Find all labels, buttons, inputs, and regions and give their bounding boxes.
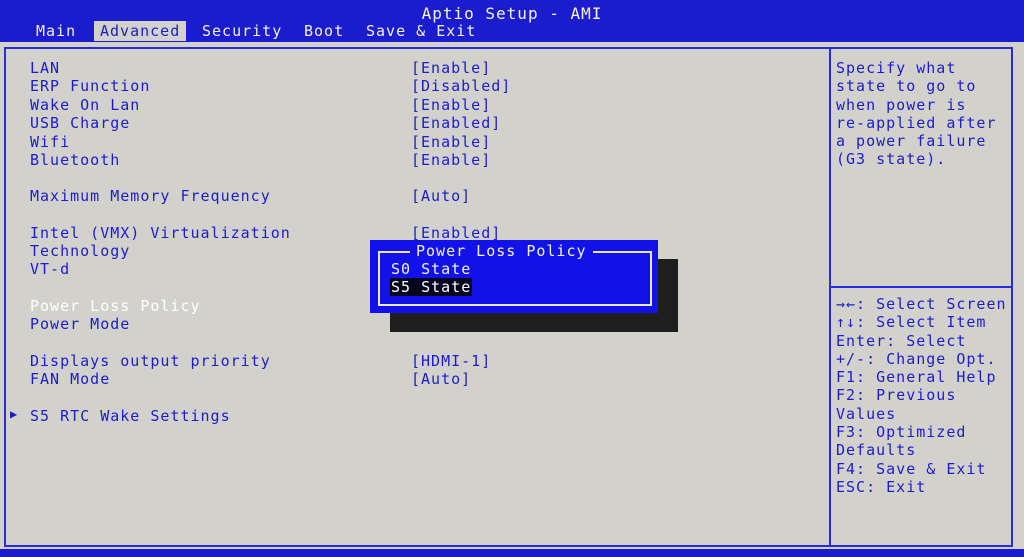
help-description: Specify what state to go to when power i…	[836, 59, 997, 169]
setting-row-wake-on-lan[interactable]: Wake On Lan [Enable]	[0, 96, 820, 114]
setting-row-max-memory-frequency[interactable]: Maximum Memory Frequency [Auto]	[0, 187, 820, 205]
title-bar: Aptio Setup - AMI Main Advanced Security…	[0, 0, 1024, 42]
setting-label: FAN Mode	[30, 370, 111, 388]
key-hint: Defaults	[836, 441, 917, 460]
submenu-arrow-icon: ▶	[10, 407, 19, 421]
setting-row-lan[interactable]: LAN [Enable]	[0, 59, 820, 77]
setting-value[interactable]: [Enable]	[411, 59, 491, 77]
setting-label: VT-d	[30, 260, 71, 278]
setting-label: Intel (VMX) Virtualization	[30, 224, 291, 242]
setting-row-erp-function[interactable]: ERP Function [Disabled]	[0, 77, 820, 95]
key-hint: →←: Select Screen	[836, 295, 1007, 313]
popup-title: Power Loss Policy	[410, 242, 593, 260]
setting-value[interactable]: [Auto]	[411, 187, 471, 205]
key-hint: F4: Save & Exit	[836, 459, 987, 478]
setting-label: ERP Function	[30, 77, 151, 95]
tab-main[interactable]: Main	[30, 21, 82, 41]
setting-label: Technology	[30, 242, 131, 260]
setting-label: Wifi	[30, 133, 71, 151]
key-hint: Enter: Select	[836, 331, 967, 350]
tab-security[interactable]: Security	[196, 21, 288, 41]
bottom-strip	[0, 549, 1024, 557]
key-hint: ↑↓: Select Item	[836, 313, 987, 332]
key-hint: F2: Previous	[836, 386, 957, 405]
popup-option-s5-state[interactable]: S5 State	[390, 278, 473, 296]
tab-save-exit[interactable]: Save & Exit	[360, 21, 482, 41]
key-hint: ESC: Exit	[836, 477, 927, 496]
setting-label: Maximum Memory Frequency	[30, 187, 271, 205]
setting-value[interactable]: [Disabled]	[411, 77, 511, 95]
setting-row-wifi[interactable]: Wifi [Enable]	[0, 133, 820, 151]
setting-label: USB Charge	[30, 114, 131, 132]
key-hint: F3: Optimized	[836, 423, 967, 442]
popup-option-s0-state[interactable]: S0 State	[390, 260, 472, 278]
setting-label: LAN	[30, 59, 61, 77]
setting-label: Wake On Lan	[30, 96, 141, 114]
setting-label: Power Mode	[30, 315, 131, 333]
setting-value[interactable]: [Enable]	[411, 96, 491, 114]
setting-row-s5-rtc-wake-settings[interactable]: ▶ S5 RTC Wake Settings	[0, 407, 820, 425]
key-legend: →←: Select Screen ↑↓: Select Item Enter:…	[836, 295, 1016, 496]
help-divider	[829, 286, 1013, 288]
setting-value[interactable]: [Enabled]	[411, 114, 501, 132]
setting-row-fan-mode[interactable]: FAN Mode [Auto]	[0, 370, 820, 388]
setting-row-usb-charge[interactable]: USB Charge [Enabled]	[0, 114, 820, 132]
setting-label: Displays output priority	[30, 352, 271, 370]
key-hint: +/-: Change Opt.	[836, 349, 997, 368]
tab-boot[interactable]: Boot	[298, 21, 350, 41]
setting-row-bluetooth[interactable]: Bluetooth [Enable]	[0, 151, 820, 169]
setting-value[interactable]: [HDMI-1]	[411, 352, 491, 370]
setting-row-displays-output-priority[interactable]: Displays output priority [HDMI-1]	[0, 352, 820, 370]
key-hint: Values	[836, 404, 897, 423]
setting-label: Bluetooth	[30, 151, 121, 169]
key-hint: F1: General Help	[836, 368, 997, 387]
setting-value[interactable]: [Auto]	[411, 370, 471, 388]
setting-label: S5 RTC Wake Settings	[30, 407, 231, 425]
tab-advanced[interactable]: Advanced	[94, 21, 187, 41]
setting-label-selected: Power Loss Policy	[30, 297, 201, 315]
setting-value[interactable]: [Enable]	[411, 151, 491, 169]
setting-value[interactable]: [Enable]	[411, 133, 491, 151]
panel-divider	[829, 47, 831, 547]
power-loss-policy-popup: Power Loss Policy S0 State S5 State	[370, 240, 658, 313]
